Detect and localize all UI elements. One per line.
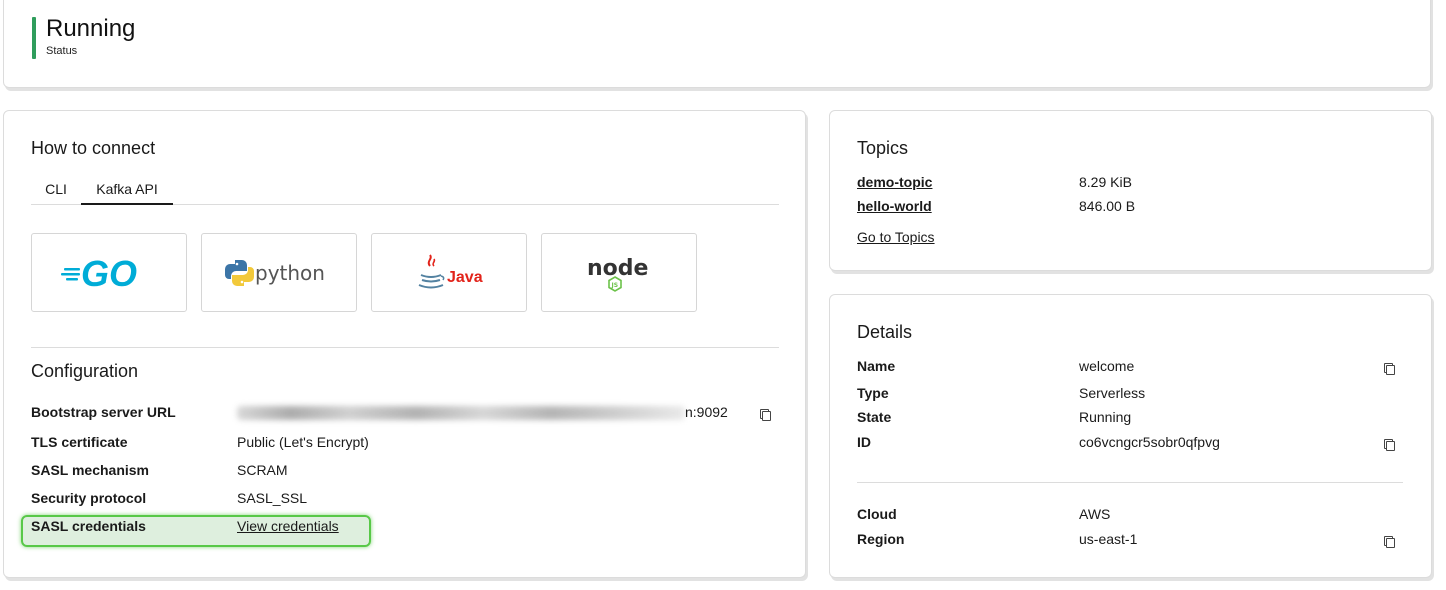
status-value: Running [46,15,136,42]
nodejs-language-tile[interactable]: node JS [541,233,697,312]
topic-link-hello-world[interactable]: hello-world [857,198,932,214]
svg-text:python: python [255,261,325,285]
detail-state-label: State [857,409,892,425]
sasl-credentials-label: SASL credentials [31,518,146,534]
detail-name-label: Name [857,358,896,374]
tls-certificate-value: Public (Let's Encrypt) [237,434,369,450]
go-language-tile[interactable]: GO [31,233,187,312]
svg-text:GO: GO [81,253,137,293]
svg-text:JS: JS [611,282,619,289]
section-divider [31,347,779,348]
python-language-tile[interactable]: python [201,233,357,312]
detail-name-value: welcome [1079,358,1135,374]
detail-region-label: Region [857,531,905,547]
tls-certificate-label: TLS certificate [31,434,128,450]
svg-text:node: node [587,256,648,281]
copy-icon[interactable] [1383,362,1395,375]
topics-title: Topics [857,138,909,158]
detail-id-value: co6vcngcr5sobr0qfpvg [1079,434,1220,450]
nodejs-logo-icon: node JS [587,256,648,292]
topic-link-demo-topic[interactable]: demo-topic [857,174,932,190]
detail-state-value: Running [1079,409,1132,425]
tab-kafka-api[interactable]: Kafka API [81,175,173,205]
security-protocol-label: Security protocol [31,490,147,506]
svg-text:Java: Java [447,269,483,286]
how-to-connect-title: How to connect [31,138,156,158]
detail-region-value: us-east-1 [1079,531,1138,547]
bootstrap-server-url-label: Bootstrap server URL [31,404,176,420]
detail-type-label: Type [857,385,889,401]
copy-icon[interactable] [759,408,771,421]
go-to-topics-link[interactable]: Go to Topics [857,229,935,245]
configuration-title: Configuration [31,361,139,381]
status-label: Status [46,45,78,57]
sasl-mechanism-label: SASL mechanism [31,462,150,478]
detail-type-value: Serverless [1079,385,1146,401]
detail-cloud-label: Cloud [857,506,897,522]
detail-cloud-value: AWS [1079,506,1111,522]
details-divider [857,482,1403,483]
sasl-mechanism-value: SCRAM [237,462,288,478]
details-card: Details Name welcome Type Serverless Sta… [829,294,1432,578]
status-card: Running Status [3,0,1431,88]
status-indicator-bar [32,17,36,59]
topic-size: 846.00 B [1079,198,1136,214]
topic-size: 8.29 KiB [1079,174,1132,190]
details-title: Details [857,322,913,342]
how-to-connect-card: How to connect CLI Kafka API GO python J… [3,110,806,578]
copy-icon[interactable] [1383,535,1395,548]
go-logo-icon: GO [61,253,137,293]
java-language-tile[interactable]: Java [371,233,527,312]
tab-cli[interactable]: CLI [31,175,81,205]
python-logo-icon: python [225,259,325,286]
topics-card: Topics demo-topic 8.29 KiB hello-world 8… [829,110,1432,271]
detail-id-label: ID [857,434,871,450]
copy-icon[interactable] [1383,438,1395,451]
connect-tabs: CLI Kafka API [31,175,779,205]
java-logo-icon: Java [418,253,483,288]
security-protocol-value: SASL_SSL [237,490,308,506]
bootstrap-server-url-port: n:9092 [685,404,728,420]
bootstrap-server-url-redacted [237,406,685,420]
view-credentials-link[interactable]: View credentials [237,518,339,534]
